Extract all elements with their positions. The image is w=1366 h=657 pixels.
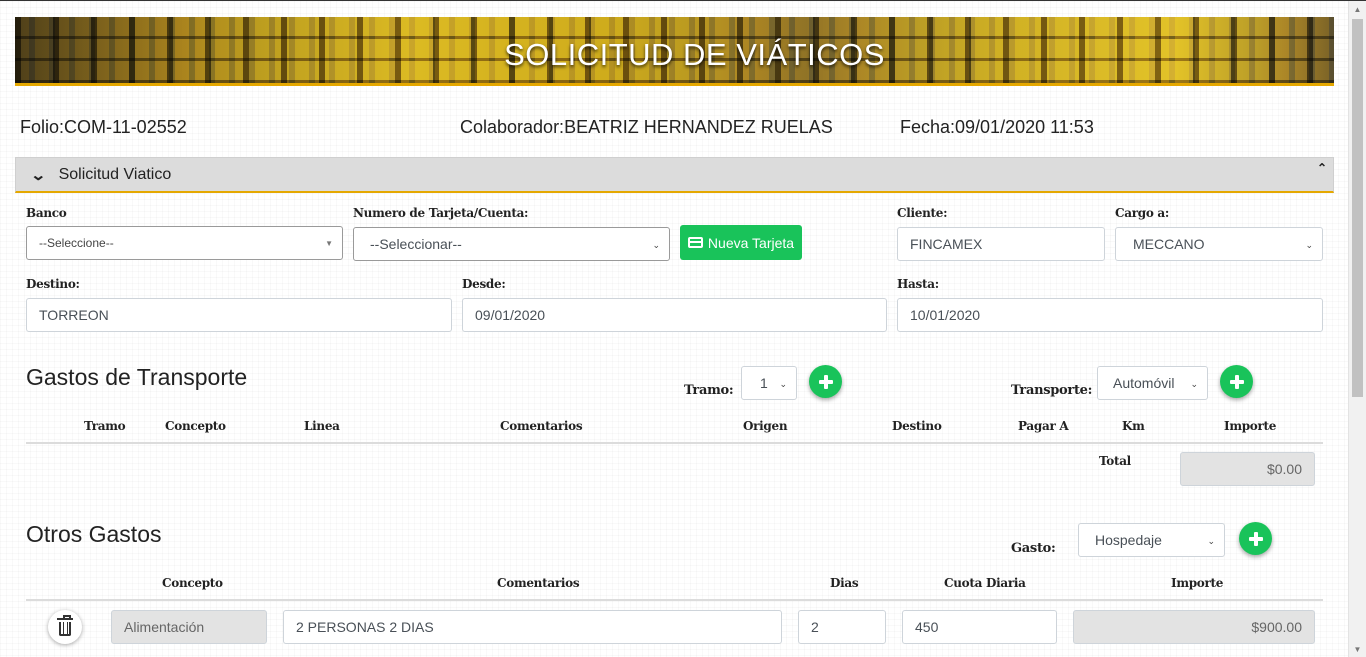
- col-tramo: Tramo: [84, 419, 126, 433]
- col-concepto: Concepto: [162, 576, 223, 590]
- delete-row-button[interactable]: [48, 610, 82, 644]
- add-transporte-button[interactable]: [1220, 365, 1253, 398]
- add-tramo-button[interactable]: [809, 365, 842, 398]
- cargo-label: Cargo a:: [1115, 206, 1170, 220]
- col-linea: Linea: [304, 419, 340, 433]
- panel-title: Solicitud Viatico: [58, 165, 172, 183]
- nueva-tarjeta-button[interactable]: Nueva Tarjeta: [680, 225, 802, 260]
- col-concepto: Concepto: [165, 419, 226, 433]
- scroll-down-icon[interactable]: ▼: [1349, 641, 1366, 657]
- total-transporte-field: $0.00: [1180, 452, 1315, 486]
- caret-down-icon: ▼: [325, 239, 333, 248]
- col-importe: Importe: [1224, 419, 1277, 433]
- desde-input[interactable]: 09/01/2020: [462, 298, 887, 332]
- cliente-input[interactable]: FINCAMEX: [897, 227, 1105, 261]
- chevron-down-icon: ⌄: [1190, 379, 1198, 389]
- destino-label: Destino:: [26, 277, 80, 291]
- col-comentarios: Comentarios: [497, 576, 580, 590]
- col-comentarios: Comentarios: [500, 419, 583, 433]
- col-pagar-a: Pagar A: [1018, 419, 1069, 433]
- add-gasto-button[interactable]: [1239, 522, 1272, 555]
- scroll-up-icon[interactable]: ▲: [1349, 1, 1366, 18]
- banco-label: Banco: [26, 206, 67, 220]
- page-title: SOLICITUD DE VIÁTICOS: [504, 37, 885, 72]
- transporte-label: Transporte:: [1011, 383, 1093, 398]
- total-label: Total: [1099, 454, 1131, 468]
- vertical-scrollbar[interactable]: ▲ ▼: [1348, 1, 1366, 657]
- col-cuota-diaria: Cuota Diaria: [944, 576, 1026, 590]
- table-divider: [26, 599, 1323, 601]
- concepto-field: Alimentación: [111, 610, 267, 644]
- banco-select-value: --Seleccione--: [39, 236, 114, 250]
- col-dias: Dias: [830, 576, 859, 590]
- gasto-select[interactable]: Hospedaje ⌄: [1078, 523, 1225, 557]
- solicitud-panel-header[interactable]: ⌄ Solicitud Viatico ⌃: [15, 157, 1334, 193]
- destino-input[interactable]: TORREON: [26, 298, 452, 332]
- chevron-down-icon: ⌄: [30, 166, 47, 184]
- chevron-down-icon: ⌄: [779, 379, 787, 389]
- chevron-down-icon: ⌄: [1305, 240, 1313, 250]
- gasto-select-value: Hospedaje: [1095, 532, 1162, 548]
- scroll-thumb[interactable]: [1352, 19, 1363, 397]
- trash-icon: [57, 615, 73, 636]
- transporte-section-title: Gastos de Transporte: [26, 364, 248, 390]
- desde-label: Desde:: [462, 277, 506, 291]
- credit-card-icon: [687, 237, 703, 248]
- col-origen: Origen: [743, 419, 788, 433]
- cargo-select[interactable]: MECCANO ⌄: [1115, 227, 1323, 261]
- cuota-diaria-input[interactable]: 450: [902, 610, 1057, 644]
- banco-select[interactable]: --Seleccione-- ▼: [26, 226, 343, 260]
- table-divider: [26, 442, 1323, 444]
- col-km: Km: [1122, 419, 1145, 433]
- tarjeta-select-value: --Seleccionar--: [370, 236, 462, 252]
- transporte-select[interactable]: Automóvil ⌄: [1097, 366, 1208, 400]
- folio-text: Folio:COM-11-02552: [20, 117, 187, 137]
- importe-field: $900.00: [1073, 610, 1315, 644]
- tramo-label: Tramo:: [684, 383, 734, 398]
- page: SOLICITUD DE VIÁTICOS Folio:COM-11-02552…: [0, 1, 1348, 657]
- tarjeta-select[interactable]: --Seleccionar-- ⌄: [353, 227, 670, 261]
- tarjeta-label: Numero de Tarjeta/Cuenta:: [353, 206, 529, 220]
- gasto-label: Gasto:: [1011, 541, 1056, 556]
- hasta-input[interactable]: 10/01/2020: [897, 298, 1323, 332]
- tramo-select-value: 1: [760, 375, 768, 391]
- nueva-tarjeta-label: Nueva Tarjeta: [707, 234, 795, 251]
- tramo-select[interactable]: 1 ⌄: [741, 366, 797, 400]
- cliente-label: Cliente:: [897, 206, 948, 220]
- chevron-up-icon[interactable]: ⌃: [1317, 161, 1327, 175]
- otros-section-title: Otros Gastos: [26, 521, 162, 547]
- fecha-text: Fecha:09/01/2020 11:53: [900, 117, 1094, 137]
- hasta-label: Hasta:: [897, 277, 939, 291]
- chevron-down-icon: ⌄: [1207, 536, 1215, 546]
- dias-input[interactable]: 2: [798, 610, 886, 644]
- chevron-down-icon: ⌄: [652, 240, 660, 250]
- transporte-select-value: Automóvil: [1113, 375, 1175, 391]
- cargo-select-value: MECCANO: [1133, 236, 1205, 252]
- header-banner: SOLICITUD DE VIÁTICOS: [15, 17, 1334, 86]
- colaborador-text: Colaborador:BEATRIZ HERNANDEZ RUELAS: [460, 117, 833, 137]
- col-importe: Importe: [1171, 576, 1224, 590]
- col-destino: Destino: [892, 419, 942, 433]
- comentarios-input[interactable]: 2 PERSONAS 2 DIAS: [283, 610, 782, 644]
